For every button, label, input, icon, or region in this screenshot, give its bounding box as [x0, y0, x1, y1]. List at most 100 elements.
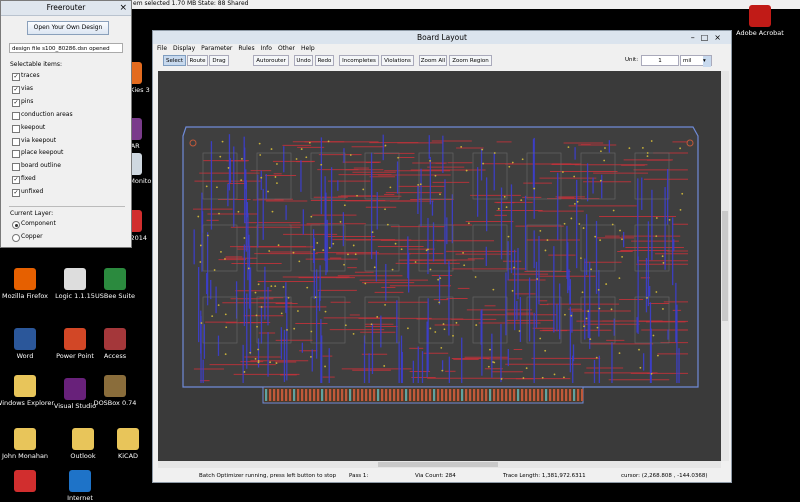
- pad: [343, 204, 346, 207]
- chevron-down-icon[interactable]: ▾: [703, 56, 711, 67]
- open-design-button[interactable]: Open Your Own Design: [27, 21, 109, 35]
- horizontal-scroll-thumb[interactable]: [378, 462, 498, 467]
- redo-button[interactable]: Redo: [315, 55, 334, 66]
- pad: [216, 186, 218, 189]
- pad: [352, 244, 355, 247]
- connector-finger: [301, 389, 304, 401]
- connector-finger: [553, 389, 556, 401]
- autorouter-button[interactable]: Autorouter: [253, 55, 289, 66]
- zoom-all-button[interactable]: Zoom All: [419, 55, 447, 66]
- pad: [257, 361, 260, 364]
- pad: [247, 267, 250, 270]
- violations-button[interactable]: Violations: [381, 55, 414, 66]
- pad: [638, 348, 640, 351]
- pad: [306, 286, 309, 289]
- menu-info[interactable]: Info: [261, 45, 272, 52]
- pad: [243, 371, 246, 373]
- checkbox-board-outline[interactable]: [12, 163, 20, 172]
- desktop-icon[interactable]: Adobe Acrobat: [725, 5, 795, 37]
- desktop-icon[interactable]: Internet: [45, 470, 115, 502]
- pad: [655, 217, 658, 219]
- desktop-icon[interactable]: DOSBox 0.74: [80, 375, 150, 407]
- layer-radio-copper[interactable]: [12, 234, 20, 242]
- pad: [474, 276, 477, 278]
- pad: [269, 361, 272, 364]
- menu-other[interactable]: Other: [278, 45, 295, 52]
- pad: [438, 301, 441, 304]
- pad: [254, 357, 257, 360]
- checkbox-via-keepout[interactable]: [12, 137, 20, 146]
- menu-help[interactable]: Help: [301, 45, 315, 52]
- menu-rules[interactable]: Rules: [238, 45, 254, 52]
- undo-button[interactable]: Undo: [294, 55, 313, 66]
- checkbox-traces[interactable]: ✓: [12, 73, 20, 81]
- pad: [570, 217, 573, 220]
- trace-length: Trace Length: 1,381,972.6311: [503, 473, 586, 479]
- checkbox-pins[interactable]: ✓: [12, 98, 20, 107]
- menu-display[interactable]: Display: [173, 45, 195, 52]
- pad: [205, 185, 208, 188]
- desktop-icon[interactable]: USBee Suite: [80, 268, 150, 300]
- desktop-icon-label: Access: [103, 352, 127, 360]
- pad: [520, 199, 523, 202]
- pad: [310, 330, 313, 333]
- pad: [419, 183, 422, 186]
- layer-radio-component[interactable]: [12, 221, 20, 229]
- board-canvas[interactable]: [158, 71, 721, 461]
- vertical-scroll-thumb[interactable]: [722, 211, 728, 321]
- connector-finger: [353, 389, 356, 401]
- pad: [293, 327, 296, 330]
- pad: [275, 362, 278, 365]
- route-button[interactable]: Route: [187, 55, 208, 66]
- pad: [310, 215, 313, 218]
- pad: [324, 310, 327, 313]
- connector-finger: [329, 389, 332, 401]
- design-file-status: design file s100_80286.dsn opened: [9, 43, 123, 53]
- pad: [254, 291, 257, 294]
- zoom-region-button[interactable]: Zoom Region: [449, 55, 492, 66]
- checkbox-conduction-areas[interactable]: [12, 111, 20, 120]
- window-controls-icon[interactable]: –□×: [691, 31, 727, 44]
- pad: [657, 354, 659, 357]
- pad: [227, 167, 230, 169]
- pad: [619, 229, 621, 232]
- connector-finger: [417, 389, 420, 401]
- vertical-scrollbar[interactable]: [721, 71, 729, 461]
- checkbox-label: fixed: [21, 175, 36, 183]
- unit-value-input[interactable]: 1: [641, 55, 679, 66]
- pad: [383, 365, 386, 367]
- menu-file[interactable]: File: [157, 45, 167, 52]
- incompletes-button[interactable]: Incompletes: [339, 55, 379, 66]
- connector-finger: [581, 389, 584, 401]
- drag-button[interactable]: Drag: [209, 55, 229, 66]
- pad: [525, 367, 528, 370]
- pad: [574, 203, 576, 205]
- checkbox-vias[interactable]: ✓: [12, 85, 20, 94]
- pad: [362, 188, 365, 191]
- pad: [611, 223, 614, 226]
- pad: [257, 348, 260, 351]
- connector-finger: [265, 389, 268, 401]
- pad: [437, 278, 440, 281]
- status-message: Batch Optimizer running, press left butt…: [199, 473, 337, 479]
- pad: [681, 192, 684, 195]
- pad: [316, 242, 319, 244]
- checkbox-label: board outline: [21, 162, 61, 170]
- pad: [590, 268, 592, 271]
- select-button[interactable]: Select: [163, 55, 186, 66]
- connector-finger: [281, 389, 284, 401]
- pad: [308, 141, 311, 144]
- checkbox-place-keepout[interactable]: [12, 150, 20, 159]
- checkbox-keepout[interactable]: [12, 124, 20, 133]
- connector-finger: [481, 389, 484, 401]
- unit-select[interactable]: mil ▾: [680, 55, 712, 67]
- checkbox-fixed[interactable]: ✓: [12, 176, 20, 185]
- horizontal-scrollbar[interactable]: [158, 461, 721, 468]
- pad: [339, 220, 342, 223]
- checkbox-unfixed[interactable]: ✓: [12, 189, 20, 198]
- close-icon[interactable]: ×: [119, 1, 127, 15]
- menu-parameter[interactable]: Parameter: [201, 45, 232, 52]
- connector-finger: [365, 389, 368, 401]
- desktop-icon[interactable]: Access: [80, 328, 150, 360]
- pad: [292, 251, 295, 254]
